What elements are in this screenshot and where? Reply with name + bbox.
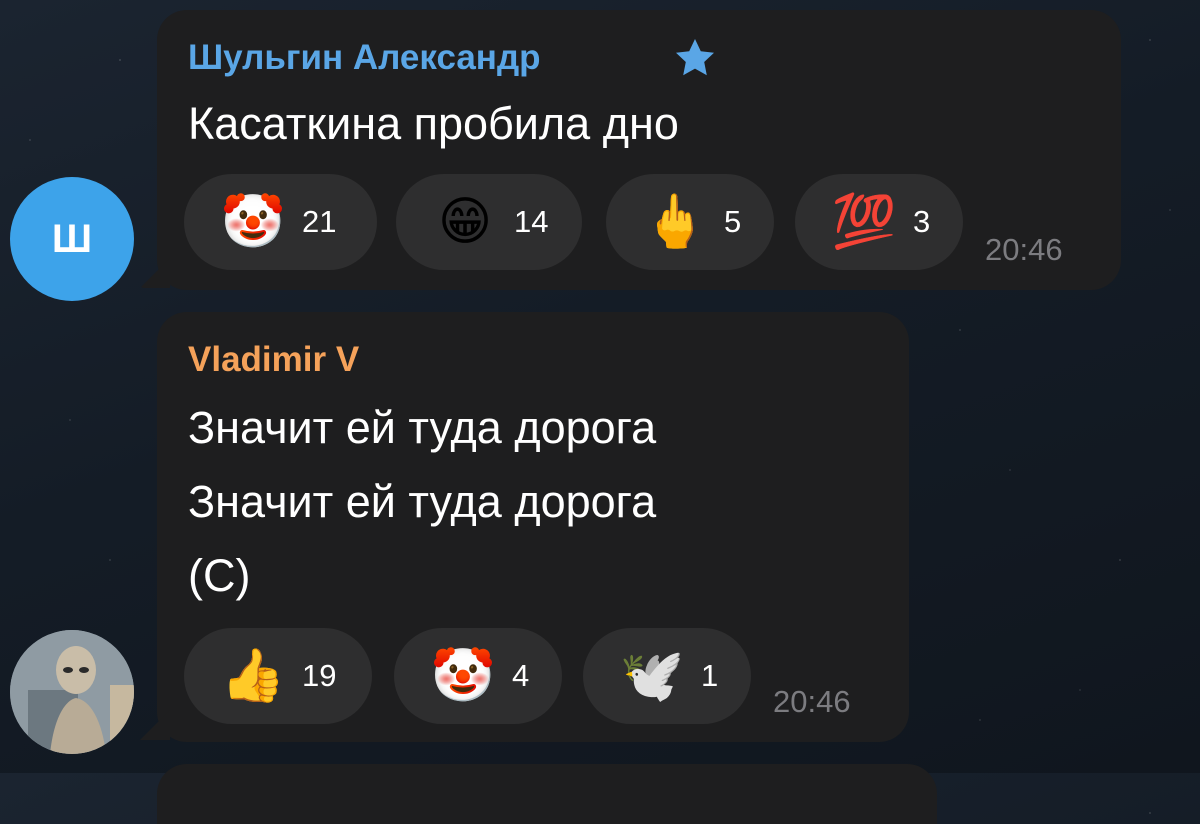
message-time: 20:46	[773, 684, 851, 719]
thumbs-up-icon: 👍	[220, 647, 286, 705]
reaction-button[interactable]: 💯 3	[795, 174, 963, 270]
dove-icon: 🕊️	[619, 647, 685, 705]
reaction-count: 5	[724, 204, 742, 239]
bubble-tail	[140, 710, 170, 740]
sender-name[interactable]: Шульгин Александр	[188, 38, 541, 78]
alien-photo-avatar	[10, 630, 134, 754]
avatar-letter: Ш	[51, 216, 93, 261]
message-time: 20:46	[985, 232, 1063, 267]
sender-name[interactable]: Vladimir V	[188, 340, 359, 380]
reaction-button[interactable]: 🤡 4	[394, 628, 562, 724]
message-text: Значит ей туда дорога	[188, 402, 657, 453]
clown-face-icon: 🤡	[220, 193, 286, 251]
bubble-tail	[140, 258, 170, 288]
clown-face-icon: 🤡	[430, 647, 496, 705]
middle-finger-icon: 🖕	[642, 193, 708, 251]
reaction-button[interactable]: 🖕 5	[606, 174, 774, 270]
reaction-button[interactable]: 👍 19	[184, 628, 372, 724]
reaction-button[interactable]: 🤡 21	[184, 174, 377, 270]
reaction-count: 3	[913, 204, 931, 239]
reaction-count: 1	[701, 658, 719, 693]
avatar[interactable]: Ш	[10, 177, 134, 301]
grinning-face-icon: 😁	[437, 193, 493, 251]
message-text: (С)	[188, 550, 251, 601]
reaction-count: 19	[302, 658, 337, 693]
next-message-bubble[interactable]	[157, 764, 937, 824]
reaction-button[interactable]: 🕊️ 1	[583, 628, 751, 724]
reaction-count: 14	[514, 204, 549, 239]
reaction-count: 4	[512, 658, 530, 693]
message-text: Значит ей туда дорога	[188, 476, 657, 527]
reaction-count: 21	[302, 204, 337, 239]
message-bubble[interactable]: Vladimir V Значит ей туда дорога Значит …	[157, 312, 909, 742]
message-text: Касаткина пробила дно	[188, 98, 679, 149]
reaction-button[interactable]: 😁 14	[396, 174, 582, 270]
message-bubble[interactable]: Шульгин Александр Касаткина пробила дно …	[157, 10, 1121, 290]
star-icon	[676, 39, 714, 76]
avatar[interactable]	[10, 630, 134, 754]
hundred-points-icon: 💯	[831, 193, 897, 251]
